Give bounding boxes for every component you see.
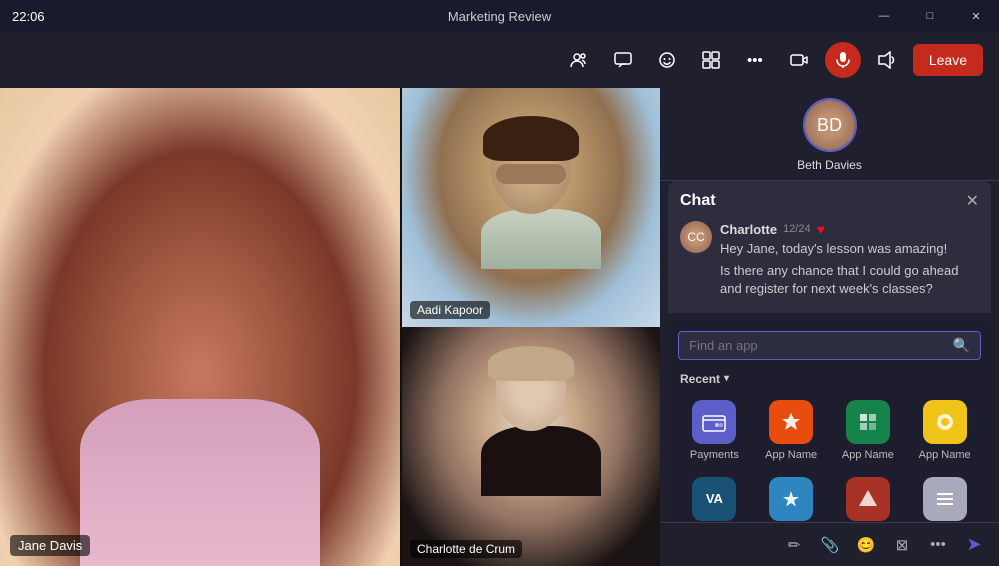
chat-message-text-2: Is there any chance that I could go ahea… <box>720 262 979 298</box>
mute-button[interactable] <box>825 42 861 78</box>
right-video-column: Aadi Kapoor Charlotte de Crum <box>400 88 660 566</box>
app-search-bar: 🔍 <box>678 331 981 360</box>
maximize-button[interactable]: □ <box>907 0 953 32</box>
charlotte-chat-avatar: CC <box>680 221 712 253</box>
minimize-button[interactable]: — <box>861 0 907 32</box>
chat-sender: Charlotte <box>720 222 777 237</box>
camera-button[interactable] <box>781 42 817 78</box>
message-input-bar: ✏ 📎 😊 ⊠ ••• ➤ <box>660 522 999 566</box>
app2-label: App Name <box>842 449 894 461</box>
chat-button[interactable] <box>605 42 641 78</box>
main-video-jane: Jane Davis <box>0 88 400 566</box>
attach-button[interactable]: 📎 <box>815 530 845 560</box>
app4-icon: VA <box>692 477 736 521</box>
charlotte-label: Charlotte de Crum <box>410 540 522 558</box>
beth-avatar: BD <box>803 98 857 152</box>
chat-timestamp: 12/24 <box>783 223 811 235</box>
app6-icon <box>846 477 890 521</box>
call-time: 22:06 <box>0 9 45 24</box>
more-actions-button[interactable]: ••• <box>923 530 953 560</box>
chat-content: Charlotte 12/24 ♥ Hey Jane, today's less… <box>720 221 979 299</box>
emoji-button[interactable]: 😊 <box>851 530 881 560</box>
payments-icon <box>692 400 736 444</box>
jane-video-feed <box>0 88 400 566</box>
app5-icon <box>769 477 813 521</box>
leave-button[interactable]: Leave <box>913 44 983 76</box>
aadi-video-feed <box>402 88 660 327</box>
app-item-payments[interactable]: Payments <box>676 392 753 469</box>
participant-section: BD Beth Davies <box>660 88 999 181</box>
video-tile-charlotte: Charlotte de Crum <box>400 327 660 566</box>
chat-message-text-1: Hey Jane, today's lesson was amazing! <box>720 240 979 258</box>
app1-icon <box>769 400 813 444</box>
aadi-kapoor-label: Aadi Kapoor <box>410 301 490 319</box>
charlotte-video-feed <box>402 327 660 566</box>
view-button[interactable] <box>693 42 729 78</box>
reactions-button[interactable] <box>649 42 685 78</box>
close-chat-button[interactable]: ✕ <box>966 191 979 211</box>
jane-davis-label: Jane Davis <box>10 535 90 556</box>
people-button[interactable] <box>561 42 597 78</box>
call-toolbar: ••• Leave <box>0 32 999 88</box>
more-button[interactable]: ••• <box>737 42 773 78</box>
app1-label: App Name <box>765 449 817 461</box>
audio-button[interactable] <box>869 42 905 78</box>
chat-sender-row: Charlotte 12/24 ♥ <box>720 221 979 237</box>
app-item-1[interactable]: App Name <box>753 392 830 469</box>
app2-icon <box>846 400 890 444</box>
app3-icon <box>923 400 967 444</box>
sidebar: BD Beth Davies Chat ✕ CC Charlotte 12/24… <box>660 88 999 566</box>
app7-icon <box>923 477 967 521</box>
app3-label: App Name <box>919 449 971 461</box>
payments-label: Payments <box>690 449 739 461</box>
close-button[interactable]: ✕ <box>953 0 999 32</box>
window-title: Marketing Review <box>448 9 551 24</box>
recent-chevron-icon: ▾ <box>724 373 729 384</box>
beth-name: Beth Davies <box>797 158 862 172</box>
format-button[interactable]: ⊠ <box>887 530 917 560</box>
app-item-3[interactable]: App Name <box>906 392 983 469</box>
app-item-2[interactable]: App Name <box>830 392 907 469</box>
video-area: Jane Davis Aadi Kapoor <box>0 88 660 566</box>
chat-message: CC Charlotte 12/24 ♥ Hey Jane, today's l… <box>680 221 979 299</box>
window-controls: — □ ✕ <box>861 0 999 32</box>
chat-header: Chat ✕ <box>680 191 979 211</box>
app-search-input[interactable] <box>689 338 945 353</box>
search-icon[interactable]: 🔍 <box>953 337 970 354</box>
edit-button[interactable]: ✏ <box>779 530 809 560</box>
title-bar: 22:06 Marketing Review — □ ✕ <box>0 0 999 32</box>
video-tile-aadi: Aadi Kapoor <box>400 88 660 327</box>
send-button[interactable]: ➤ <box>959 530 989 560</box>
chat-panel: Chat ✕ CC Charlotte 12/24 ♥ Hey Jane, to… <box>668 181 991 313</box>
recent-section-label: Recent ▾ <box>668 368 991 392</box>
chat-heart-icon[interactable]: ♥ <box>817 221 825 237</box>
chat-title: Chat <box>680 192 716 210</box>
